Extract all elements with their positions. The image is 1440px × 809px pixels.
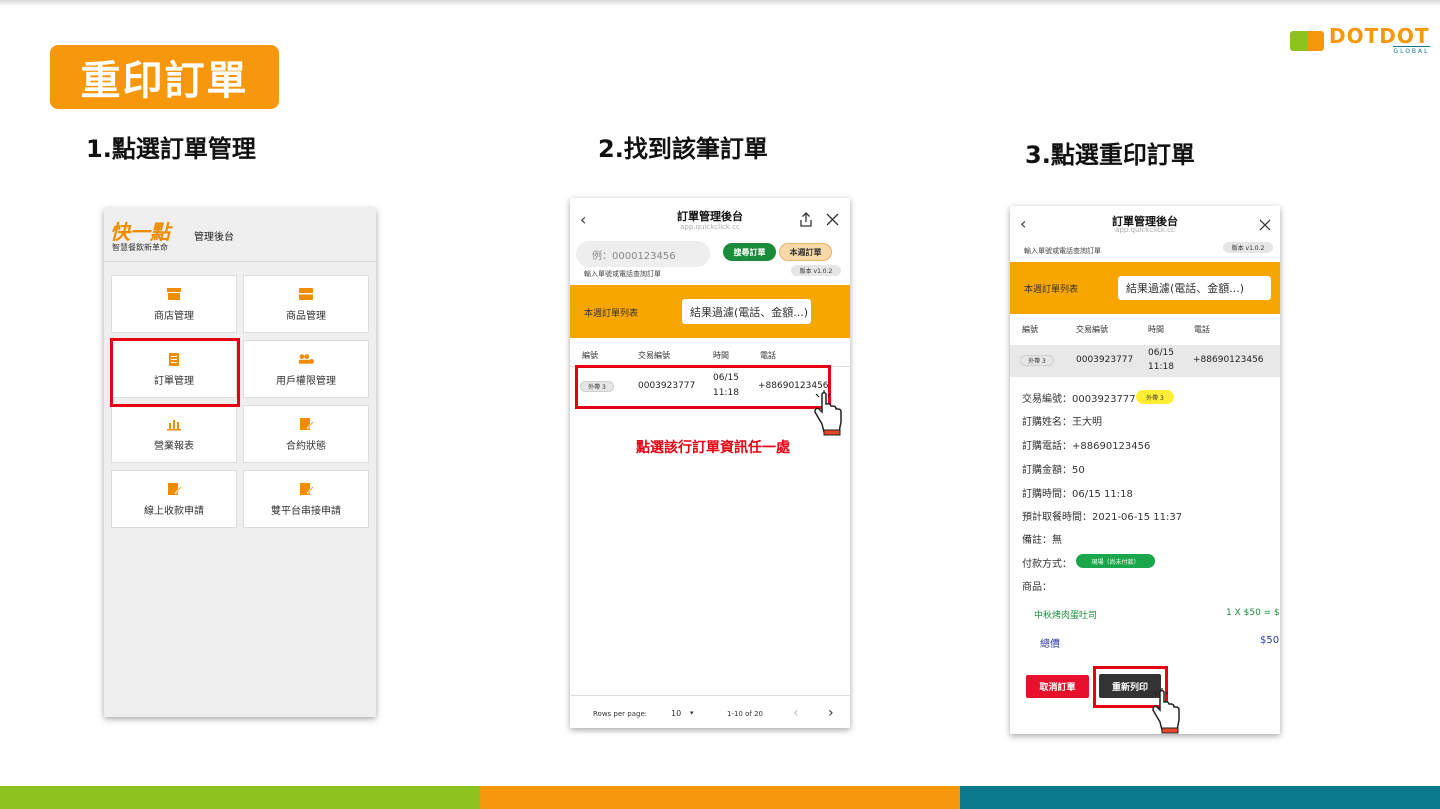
tile-label: 商品管理 (286, 310, 326, 322)
brand-logo: 快一點 (110, 220, 170, 244)
detail-note: 備註：無 (1022, 535, 1062, 546)
tile-sales-report[interactable]: 營業報表 (111, 405, 237, 463)
rows-per-page-label: Rows per page: (593, 710, 648, 718)
pointing-hand-icon (814, 390, 842, 436)
tile-online-payment-apply[interactable]: 線上收款申請 (111, 470, 237, 528)
search-hint: 輸入單號或電話查詢訂單 (584, 270, 661, 278)
order-detail-screenshot: ‹ 訂單管理後台 app.quickclick.cc 輸入單號或電話查詢訂單 版… (1010, 206, 1280, 734)
tile-user-permission[interactable]: 用戶權限管理 (243, 340, 369, 398)
footer-bar-orange (480, 786, 960, 809)
column-header: 時間 (1148, 325, 1164, 334)
detail-amount: 訂購金額：50 (1022, 465, 1085, 476)
filter-input[interactable]: 結果過濾(電話、金額...) (1118, 276, 1271, 300)
footer-bar-green (0, 786, 480, 809)
logo-mark-orange (1307, 31, 1324, 51)
search-hint: 輸入單號或電話查詢訂單 (1024, 247, 1101, 255)
admin-title: 管理後台 (194, 232, 234, 243)
highlight-order-row (575, 365, 831, 409)
box-icon (299, 287, 313, 300)
logo-sub: GLOBAL (1393, 46, 1430, 55)
detail-transaction-id: 交易編號：0003923777 (1022, 394, 1136, 405)
column-header: 電話 (1194, 325, 1210, 334)
highlight-order-management (110, 338, 240, 407)
top-shadow-line (0, 0, 1440, 6)
column-header: 交易編號 (1076, 325, 1108, 334)
column-header: 電話 (760, 351, 776, 360)
close-icon[interactable] (1259, 219, 1271, 231)
store-icon (167, 287, 181, 300)
detail-order-type-tag: 外帶 3 (1136, 390, 1174, 404)
transaction-id: 0003923777 (1076, 355, 1134, 365)
detail-order-time: 訂購時間：06/15 11:18 (1022, 489, 1133, 500)
users-gear-icon (298, 353, 314, 364)
dotdot-logo: DOTDOT GLOBAL (1290, 26, 1430, 56)
nav-url: app.quickclick.cc (1115, 226, 1175, 234)
column-header: 交易編號 (638, 351, 670, 360)
total-value: $50 (1260, 635, 1280, 646)
search-order-button[interactable]: 搜尋訂單 (723, 243, 776, 261)
dropdown-icon[interactable]: ▾ (690, 709, 694, 717)
detail-payment-label: 付款方式： (1022, 559, 1072, 570)
logo-mark-green (1290, 31, 1307, 51)
list-label: 本週訂單列表 (584, 309, 639, 319)
column-header: 編號 (582, 351, 598, 360)
column-header: 時間 (713, 351, 729, 360)
column-header: 編號 (1022, 325, 1038, 334)
order-list-screenshot: ‹ 訂單管理後台 app.quickclick.cc 例：0000123456 … (570, 198, 850, 728)
share-icon[interactable] (799, 212, 813, 228)
detail-name: 訂購姓名：王大明 (1022, 417, 1102, 428)
step-2-label: 2.找到該筆訂單 (598, 135, 768, 163)
order-phone: +88690123456 (1193, 355, 1264, 365)
detail-pickup-time: 預計取餐時間：2021-06-15 11:37 (1022, 512, 1183, 523)
edit-document-icon (168, 482, 182, 495)
item-price: 1 X $50 = $50 (1226, 608, 1280, 618)
item-name: 中秋烤肉蛋吐司 (1034, 611, 1098, 621)
tile-product-management[interactable]: 商品管理 (243, 275, 369, 333)
prev-page-icon[interactable]: ‹ (793, 705, 799, 721)
tile-dual-platform-apply[interactable]: 雙平台串接申請 (243, 470, 369, 528)
tile-label: 線上收款申請 (144, 505, 204, 517)
edit-document-icon (300, 482, 314, 495)
cancel-order-button[interactable]: 取消訂單 (1026, 675, 1089, 698)
version-badge: 版本 v1.0.2 (791, 265, 841, 276)
tile-label: 營業報表 (154, 440, 194, 452)
slide-title: 重印訂單 (80, 58, 249, 104)
order-time: 11:18 (1148, 362, 1174, 372)
slide-title-box: 重印訂單 (50, 45, 279, 109)
page-range: 1-10 of 20 (727, 710, 763, 718)
close-icon[interactable] (826, 213, 839, 226)
admin-header: 快一點 智慧餐飲新革命 管理後台 (104, 208, 376, 262)
rows-per-page-select[interactable]: 10 (671, 709, 681, 718)
detail-items-label: 商品： (1022, 582, 1052, 593)
search-input[interactable]: 例：0000123456 (576, 241, 710, 267)
brand-slogan: 智慧餐飲新革命 (112, 243, 168, 252)
edit-document-icon (300, 417, 314, 430)
payment-method-badge: 現場（尚未付款） (1076, 554, 1155, 568)
week-order-button[interactable]: 本週訂單 (779, 243, 832, 261)
tile-label: 商店管理 (154, 310, 194, 322)
logo-name: DOTDOT (1329, 24, 1430, 48)
instruction-text: 點選該行訂單資訊任一處 (636, 440, 790, 456)
bar-chart-icon (167, 419, 181, 430)
footer-bar-teal (960, 786, 1440, 809)
filter-input[interactable]: 結果過濾(電話、金額...) (682, 299, 811, 324)
tile-label: 雙平台串接申請 (271, 505, 341, 517)
tile-label: 用戶權限管理 (276, 375, 336, 387)
order-type-tag: 外帶 3 (1020, 355, 1054, 366)
admin-menu-screenshot: 快一點 智慧餐飲新革命 管理後台 商店管理 商品管理 訂單管理 用戶權限管理 營… (104, 208, 376, 717)
tile-label: 合約狀態 (286, 440, 326, 452)
list-label: 本週訂單列表 (1024, 285, 1079, 295)
tile-store-management[interactable]: 商店管理 (111, 275, 237, 333)
version-badge: 版本 v1.0.2 (1223, 242, 1273, 253)
order-date: 06/15 (1148, 348, 1174, 358)
total-label: 總價 (1040, 639, 1060, 650)
step-1-label: 1.點選訂單管理 (86, 135, 256, 163)
tile-contract-status[interactable]: 合約狀態 (243, 405, 369, 463)
pointing-hand-icon (1152, 688, 1180, 734)
detail-phone: 訂購電話：+88690123456 (1022, 441, 1151, 452)
step-3-label: 3.點選重印訂單 (1025, 141, 1195, 169)
table-row-selected[interactable]: 外帶 3 0003923777 06/15 11:18 +88690123456 (1010, 345, 1280, 377)
divider (570, 695, 850, 696)
next-page-icon[interactable]: › (828, 705, 834, 721)
